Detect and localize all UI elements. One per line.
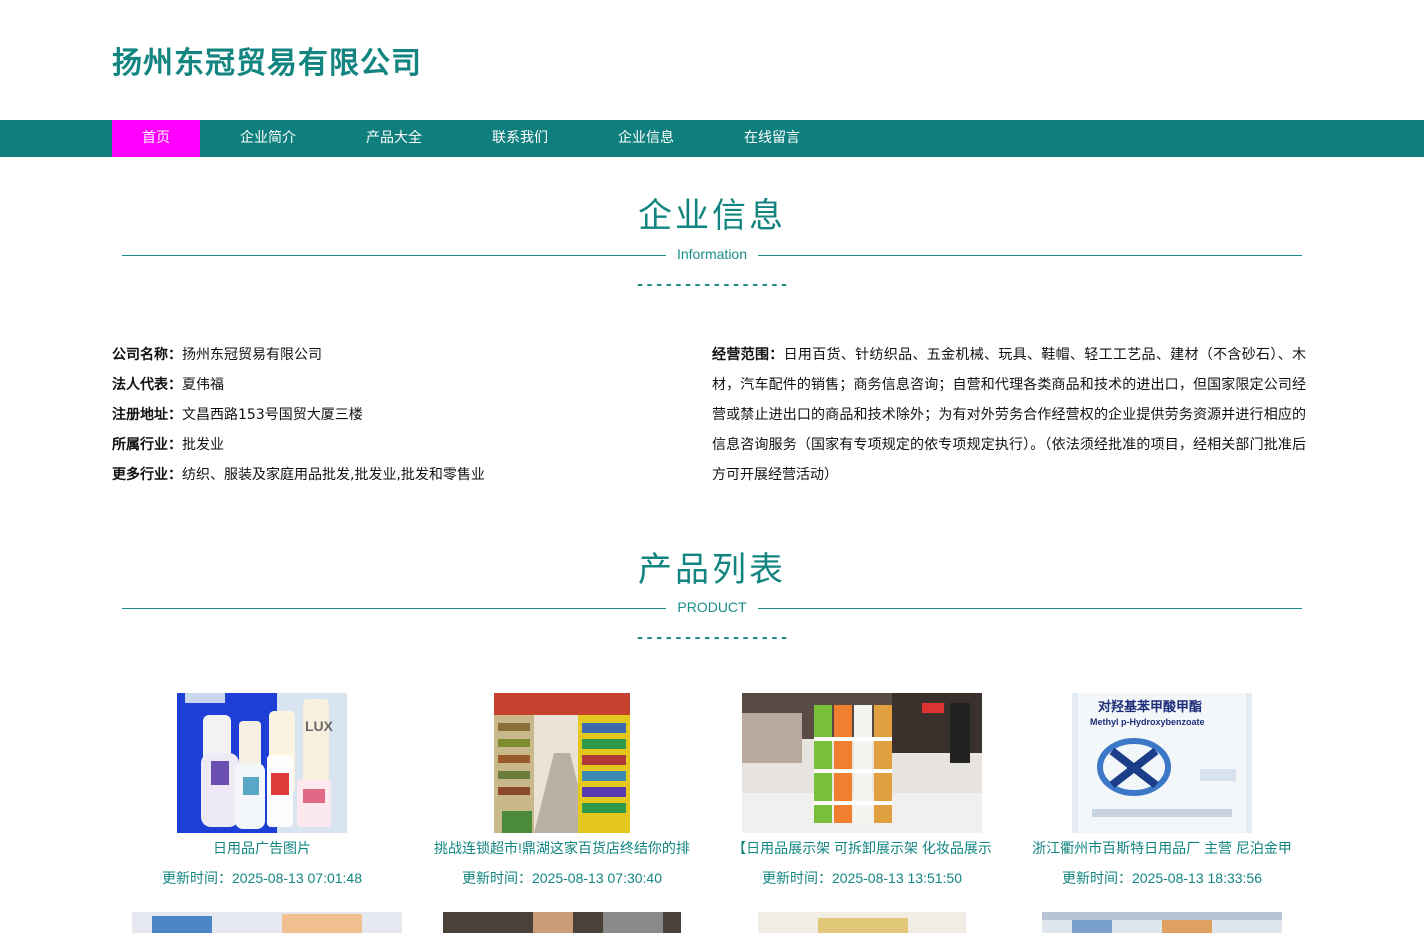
info-section-dashes: ---------------- (635, 276, 789, 294)
nav-item-products[interactable]: 产品大全 (336, 120, 452, 157)
business-scope-value: 日用百货、针纺织品、五金机械、玩具、鞋帽、轻工工艺品、建材（不含砂石）、木材，汽… (712, 347, 1307, 483)
product-update-time: 更新时间：2025-08-13 07:01:48 (162, 870, 362, 886)
product-image[interactable]: LUX (112, 693, 412, 833)
product-section-subtitle: PRODUCT (677, 599, 747, 615)
product-update-time: 更新时间：2025-08-13 07:30:40 (462, 870, 662, 886)
company-name-value: 扬州东冠贸易有限公司 (182, 347, 322, 363)
nav-item-message[interactable]: 在线留言 (704, 120, 840, 157)
product-image[interactable] (1042, 912, 1282, 933)
product-image[interactable] (758, 912, 966, 933)
field-label: 法人代表： (112, 377, 182, 393)
product-card[interactable]: 对羟基苯甲酸甲酯 Methyl p-Hydroxybenzoate 浙江衢州市百… (1012, 693, 1312, 887)
nav-item-about[interactable]: 企业简介 (200, 120, 336, 157)
main-nav: 首页 企业简介 产品大全 联系我们 企业信息 在线留言 (0, 120, 1424, 157)
field-label: 公司名称： (112, 347, 182, 363)
legal-rep-row: 法人代表：夏伟福 (112, 370, 672, 400)
info-section-title: 企业信息 (638, 196, 786, 236)
field-label: 注册地址： (112, 407, 182, 423)
svg-text:LUX: LUX (305, 718, 334, 734)
product-section-dashes: ---------------- (635, 629, 789, 647)
business-scope-label: 经营范围： (712, 347, 784, 363)
industry-value: 批发业 (182, 437, 224, 453)
svg-text:对羟基苯甲酸甲酯: 对羟基苯甲酸甲酯 (1098, 699, 1202, 715)
legal-rep-value: 夏伟福 (182, 377, 224, 393)
product-card[interactable]: 挑战连锁超市!鼎湖这家百货店终结你的排 更新时间：2025-08-13 07:3… (412, 693, 712, 887)
product-image[interactable] (412, 693, 712, 833)
nav-item-info[interactable]: 企业信息 (588, 120, 704, 157)
product-list-row-2 (0, 912, 1424, 933)
info-section-heading: 企业信息 (0, 194, 1424, 238)
more-industry-value: 纺织、服装及家庭用品批发,批发业,批发和零售业 (182, 467, 485, 483)
product-image[interactable] (443, 912, 681, 933)
address-value: 文昌西路153号国贸大厦三楼 (182, 407, 363, 423)
address-row: 注册地址：文昌西路153号国贸大厦三楼 (112, 400, 672, 430)
product-name[interactable]: 【日用品展示架 可拆卸展示架 化妆品展示 (732, 839, 992, 857)
product-image[interactable]: 对羟基苯甲酸甲酯 Methyl p-Hydroxybenzoate (1012, 693, 1312, 833)
nav-item-contact[interactable]: 联系我们 (452, 120, 588, 157)
nav-item-home[interactable]: 首页 (112, 120, 200, 157)
site-title: 扬州东冠贸易有限公司 (112, 46, 422, 81)
product-image[interactable] (712, 693, 1012, 833)
company-name-row: 公司名称：扬州东冠贸易有限公司 (112, 340, 672, 370)
field-label: 所属行业： (112, 437, 182, 453)
business-scope: 经营范围：日用百货、针纺织品、五金机械、玩具、鞋帽、轻工工艺品、建材（不含砂石）… (712, 340, 1306, 490)
product-name[interactable]: 挑战连锁超市!鼎湖这家百货店终结你的排 (432, 839, 692, 857)
product-update-time: 更新时间：2025-08-13 18:33:56 (1062, 870, 1262, 886)
product-section-title: 产品列表 (638, 550, 786, 590)
product-name[interactable]: 浙江衢州市百斯特日用品厂 主营 尼泊金甲 (1032, 839, 1292, 857)
product-card[interactable]: 【日用品展示架 可拆卸展示架 化妆品展示 更新时间：2025-08-13 13:… (712, 693, 1012, 887)
info-section-subtitle: Information (676, 246, 748, 262)
product-section-heading: 产品列表 (0, 548, 1424, 592)
industry-row: 所属行业：批发业 (112, 430, 672, 460)
more-industry-row: 更多行业：纺织、服装及家庭用品批发,批发业,批发和零售业 (112, 460, 672, 490)
product-card[interactable]: LUX 日用品广告图片 更新时间：2025-08-13 07:01:48 (112, 693, 412, 887)
field-label: 更多行业： (112, 467, 182, 483)
product-name[interactable]: 日用品广告图片 (132, 839, 392, 857)
product-update-time: 更新时间：2025-08-13 13:51:50 (762, 870, 962, 886)
product-image[interactable] (132, 912, 402, 933)
company-info-list: 公司名称：扬州东冠贸易有限公司 法人代表：夏伟福 注册地址：文昌西路153号国贸… (112, 340, 672, 490)
product-list: LUX 日用品广告图片 更新时间：2025-08-13 07:01:48 挑战连… (112, 693, 1312, 887)
svg-text:Methyl p-Hydroxybenzoate: Methyl p-Hydroxybenzoate (1090, 717, 1205, 727)
